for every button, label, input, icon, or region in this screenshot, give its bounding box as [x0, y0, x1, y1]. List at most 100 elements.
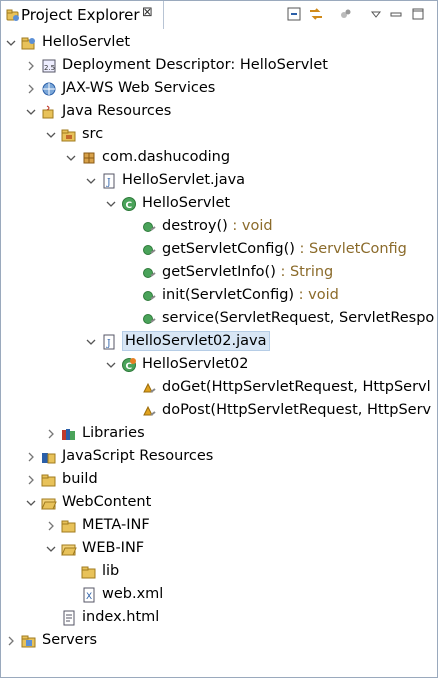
tree-item-text: Deployment Descriptor: HelloServlet	[62, 57, 328, 73]
tree-item-method-getservletinfo[interactable]: getServletInfo() : String	[1, 262, 437, 285]
chevron-right-icon[interactable]	[5, 634, 17, 648]
public-method-icon	[141, 219, 157, 235]
tree-item-method-init[interactable]: init(ServletConfig) : void	[1, 285, 437, 308]
chevron-down-icon[interactable]	[105, 197, 117, 211]
return-type-decoration: : ServletConfig	[294, 241, 407, 257]
tree-item-label: getServletConfig() : ServletConfig	[162, 241, 407, 257]
tree-item-text: lib	[102, 563, 120, 579]
tree-item-text: JAX-WS Web Services	[62, 80, 216, 96]
tree-item-text: HelloServlet02	[142, 356, 249, 372]
chevron-down-icon[interactable]	[45, 128, 57, 142]
tree-item-text: WEB-INF	[82, 540, 145, 556]
tree-item-servers-project[interactable]: Servers	[1, 630, 437, 653]
tree-item-label: HelloServlet02	[142, 356, 249, 372]
tree-item-build-folder[interactable]: build	[1, 469, 437, 492]
tree-item-java-resources[interactable]: Java Resources	[1, 101, 437, 124]
project-explorer-view: Project Explorer ⊠ HelloServlet 2.5 Deploy…	[0, 0, 438, 678]
tree-item-text: HelloServlet	[42, 34, 131, 50]
tree-item-libraries[interactable]: Libraries	[1, 423, 437, 446]
chevron-down-icon[interactable]	[105, 358, 117, 372]
project-icon	[21, 35, 37, 51]
java-file-icon: J	[101, 173, 117, 189]
folder-open-icon	[61, 541, 77, 557]
tree-item-method-service[interactable]: service(ServletRequest, ServletRespo	[1, 308, 437, 331]
svg-text:J: J	[106, 339, 111, 349]
public-method-icon	[141, 288, 157, 304]
tree-item-label: lib	[102, 563, 119, 579]
tree-item-text: HelloServlet02.java	[125, 333, 267, 349]
tree-item-text: WebContent	[62, 494, 152, 510]
filter-icon[interactable]	[337, 5, 355, 23]
tree-item-text: Servers	[42, 632, 98, 648]
chevron-down-icon[interactable]	[85, 174, 97, 188]
chevron-right-icon[interactable]	[25, 59, 37, 73]
tree-item-method-getservletconfig[interactable]: getServletConfig() : ServletConfig	[1, 239, 437, 262]
tree-item-hello-servlet-project[interactable]: HelloServlet	[1, 32, 437, 55]
protected-method-icon	[141, 380, 157, 396]
collapse-all-icon[interactable]	[285, 5, 303, 23]
tree-item-text: index.html	[82, 609, 160, 625]
tree-item-index-html-file[interactable]: index.html	[1, 607, 437, 630]
chevron-down-icon[interactable]	[65, 151, 77, 165]
tree-item-text: HelloServlet	[142, 195, 231, 211]
minimize-icon[interactable]	[387, 5, 405, 23]
chevron-right-icon[interactable]	[45, 427, 57, 441]
public-method-icon	[141, 242, 157, 258]
tree-item-text: JavaScript Resources	[62, 448, 214, 464]
link-with-editor-icon[interactable]	[307, 5, 325, 23]
tree-item-text: src	[82, 126, 104, 142]
tree-item-deployment-descriptor[interactable]: 2.5 Deployment Descriptor: HelloServlet	[1, 55, 437, 78]
tree-item-text: com.dashucoding	[102, 149, 231, 165]
tree-item-file-helloservlet02-java[interactable]: J HelloServlet02.java	[1, 331, 437, 354]
source-folder-icon	[61, 127, 77, 143]
chevron-down-icon[interactable]	[25, 496, 37, 510]
chevron-down-icon[interactable]	[5, 36, 17, 50]
chevron-right-icon[interactable]	[25, 82, 37, 96]
tree-item-class-helloservlet[interactable]: C HelloServlet	[1, 193, 437, 216]
tree-item-label: Libraries	[82, 425, 145, 441]
tree-item-class-helloservlet02[interactable]: C HelloServlet02	[1, 354, 437, 377]
tree-item-file-helloservlet-java[interactable]: J HelloServlet.java	[1, 170, 437, 193]
close-icon[interactable]: ⊠	[142, 5, 153, 20]
tree-item-src-folder[interactable]: src	[1, 124, 437, 147]
maximize-icon[interactable]	[409, 5, 427, 23]
view-menu-icon[interactable]	[367, 5, 385, 23]
tree-item-label: com.dashucoding	[102, 149, 230, 165]
tree-item-text: META-INF	[82, 517, 150, 533]
tree-item-method-dopost[interactable]: doPost(HttpServletRequest, HttpServ	[1, 400, 437, 423]
tree-item-method-doget[interactable]: doGet(HttpServletRequest, HttpServl	[1, 377, 437, 400]
tree-item-web-inf-folder[interactable]: WEB-INF	[1, 538, 437, 561]
xml-file-icon: X	[81, 587, 97, 603]
svg-text:X: X	[86, 592, 92, 602]
package-icon	[81, 150, 97, 166]
folder-open-icon	[41, 495, 57, 511]
tab-title: Project Explorer	[21, 6, 140, 24]
tree-item-javascript-resources[interactable]: JavaScript Resources	[1, 446, 437, 469]
tree-item-jax-ws-web-services[interactable]: JAX-WS Web Services	[1, 78, 437, 101]
deployment-descriptor-icon: 2.5	[41, 58, 57, 74]
tree-item-text: destroy()	[162, 218, 228, 234]
libraries-icon	[61, 426, 77, 442]
tree-item-label: service(ServletRequest, ServletRespo	[162, 310, 434, 326]
tree-item-web-xml-file[interactable]: Xweb.xml	[1, 584, 437, 607]
tree-item-package-com-dashucoding[interactable]: com.dashucoding	[1, 147, 437, 170]
tree-item-method-destroy[interactable]: destroy() : void	[1, 216, 437, 239]
chevron-down-icon[interactable]	[85, 335, 97, 349]
html-file-icon	[61, 610, 77, 626]
tree-item-label: HelloServlet.java	[122, 172, 245, 188]
tree-item-label: init(ServletConfig) : void	[162, 287, 339, 303]
chevron-right-icon[interactable]	[45, 519, 57, 533]
chevron-right-icon[interactable]	[25, 450, 37, 464]
chevron-down-icon[interactable]	[45, 542, 57, 556]
tree-item-lib-folder[interactable]: lib	[1, 561, 437, 584]
tree-item-label: WEB-INF	[82, 540, 144, 556]
class-icon: C	[121, 196, 137, 212]
return-type-decoration: : void	[227, 218, 273, 234]
svg-text:J: J	[106, 178, 111, 188]
tree-item-webcontent-folder[interactable]: WebContent	[1, 492, 437, 515]
tree-item-label: Deployment Descriptor: HelloServlet	[62, 57, 328, 73]
chevron-down-icon[interactable]	[25, 105, 37, 119]
chevron-right-icon[interactable]	[25, 473, 37, 487]
tree-item-meta-inf-folder[interactable]: META-INF	[1, 515, 437, 538]
project-explorer-tab[interactable]: Project Explorer ⊠	[1, 1, 164, 29]
